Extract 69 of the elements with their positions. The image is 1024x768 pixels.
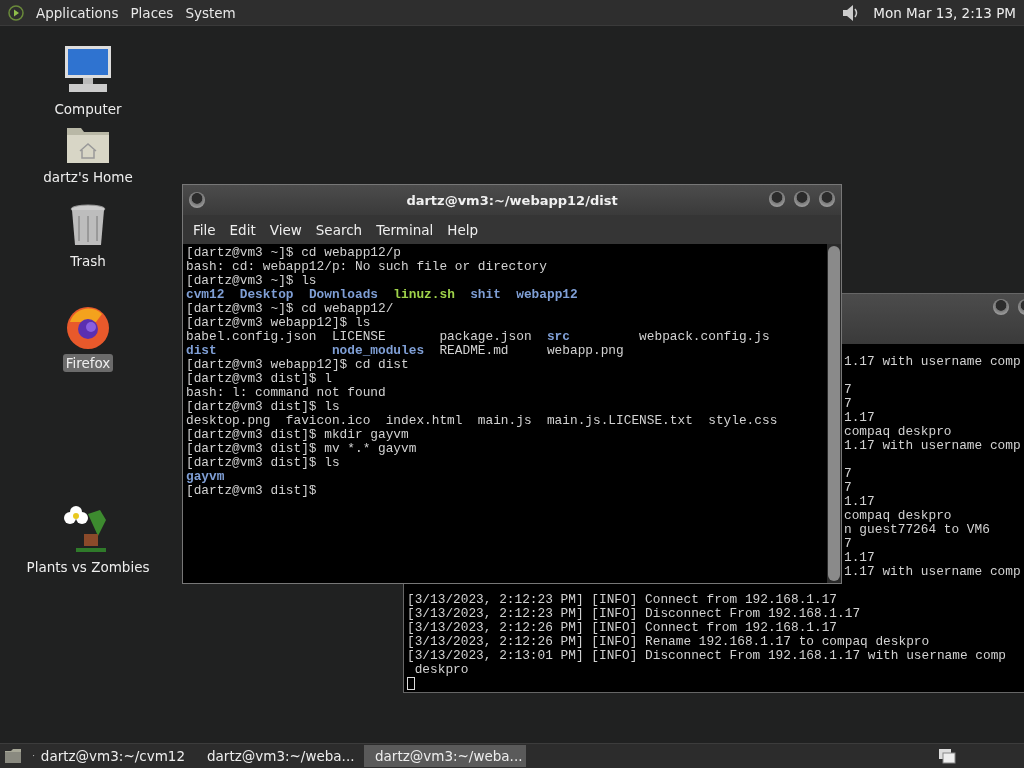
window-button[interactable] bbox=[819, 191, 835, 207]
clock[interactable]: Mon Mar 13, 2:13 PM bbox=[873, 4, 1016, 21]
desktop-icon-label[interactable]: Trash bbox=[67, 252, 109, 270]
window-button[interactable] bbox=[189, 192, 205, 208]
terminal-line: 1.17 bbox=[844, 411, 875, 425]
terminal-line: [dartz@vm3 dist]$ ls bbox=[186, 456, 340, 470]
terminal-line: dist node_modules README.md webapp.png bbox=[186, 344, 624, 358]
terminal-line: [dartz@vm3 dist]$ mkdir gayvm bbox=[186, 428, 409, 442]
terminal-line: 1.17 bbox=[844, 551, 875, 565]
menu-logo-icon[interactable] bbox=[8, 4, 24, 21]
terminal-line: [dartz@vm3 dist]$ bbox=[186, 484, 317, 498]
desktop-icon-label[interactable]: Plants vs Zombies bbox=[23, 558, 153, 576]
terminal-line: n guest77264 to VM6 bbox=[844, 523, 990, 537]
desktop-icon-label[interactable]: dartz's Home bbox=[40, 168, 136, 186]
terminal-line: bash: cd: webapp12/p: No such file or directory bbox=[186, 260, 547, 274]
show-desktop-icon[interactable] bbox=[4, 748, 22, 764]
panel-menu[interactable]: Places bbox=[130, 4, 174, 21]
terminal-line: 7 bbox=[844, 383, 852, 397]
terminal-line: babel.config.json LICENSE package.json src webpack.config.js bbox=[186, 330, 770, 344]
menu-item[interactable]: Help bbox=[443, 221, 489, 238]
task-button[interactable]: dartz@vm3:~/weba... bbox=[364, 745, 526, 767]
browser-icon bbox=[65, 304, 111, 350]
terminal-line: deskpro bbox=[413, 663, 469, 677]
terminal-line: [dartz@vm3 dist]$ l bbox=[186, 372, 332, 386]
terminal-line: [dartz@vm3 dist]$ mv *.* gayvm bbox=[186, 442, 417, 456]
terminal-line: 7 bbox=[844, 537, 852, 551]
window-title: dartz@vm3:~/webapp12/dist bbox=[406, 192, 618, 208]
terminal-line: 7 bbox=[844, 481, 852, 495]
menu-item[interactable]: Search bbox=[311, 221, 373, 238]
desktop-icon-label[interactable]: Computer bbox=[51, 100, 125, 118]
terminal-line: 7 bbox=[844, 467, 852, 481]
terminal-line: 1.17 with username comp bbox=[844, 355, 1021, 369]
window-button[interactable] bbox=[993, 299, 1009, 315]
text-cursor bbox=[407, 677, 415, 690]
terminal-line: gayvm bbox=[186, 470, 225, 484]
terminal-line: [dartz@vm3 webapp12]$ cd dist bbox=[186, 358, 409, 372]
panel-menu[interactable]: System bbox=[185, 4, 236, 21]
menu-item[interactable]: Terminal bbox=[372, 221, 444, 238]
window-button[interactable] bbox=[794, 191, 810, 207]
panel-menu[interactable]: Applications bbox=[36, 4, 119, 21]
terminal-line: bash: l: command not found bbox=[186, 386, 386, 400]
task-button[interactable]: dartz@vm3:~/cvm12 bbox=[28, 745, 190, 767]
terminal-line: compaq deskpro bbox=[844, 425, 952, 439]
window-list-icon[interactable] bbox=[938, 748, 956, 764]
terminal-line: 7 bbox=[844, 397, 852, 411]
trash-icon bbox=[69, 204, 107, 248]
terminal-line: [dartz@vm3 dist]$ ls bbox=[186, 400, 340, 414]
terminal-line: 1.17 with username comp bbox=[844, 439, 1021, 453]
terminal-line: [3/13/2023, 2:13:01 PM] [INFO] Disconnect From 192.168.1.17 with username comp bbox=[407, 649, 1006, 663]
terminal-line: [3/13/2023, 2:12:23 PM] [INFO] Connect from 192.168.1.17 bbox=[407, 593, 838, 607]
terminal-line: [3/13/2023, 2:12:26 PM] [INFO] Connect from 192.168.1.17 bbox=[407, 621, 838, 635]
terminal-line: cvm12 Desktop Downloads linuz.sh shit webapp12 bbox=[186, 288, 578, 302]
terminal-line: [dartz@vm3 ~]$ cd webapp12/p bbox=[186, 246, 402, 260]
terminal-line: 1.17 with username comp bbox=[844, 565, 1021, 579]
window-button[interactable] bbox=[769, 191, 785, 207]
terminal-line: [dartz@vm3 ~]$ cd webapp12/ bbox=[186, 302, 394, 316]
desktop-icon-label[interactable]: Firefox bbox=[62, 354, 114, 372]
terminal-line: [3/13/2023, 2:12:26 PM] [INFO] Rename 192.168.1.17 to compaq deskpro bbox=[407, 635, 930, 649]
menu-item[interactable]: File bbox=[189, 221, 226, 238]
terminal-line: compaq deskpro bbox=[844, 509, 952, 523]
scrollbar[interactable] bbox=[827, 244, 841, 583]
terminal-line: [dartz@vm3 webapp12]$ ls bbox=[186, 316, 371, 330]
terminal-line: [dartz@vm3 ~]$ ls bbox=[186, 274, 317, 288]
menu-item[interactable]: Edit bbox=[225, 221, 266, 238]
terminal-line: [3/13/2023, 2:12:23 PM] [INFO] Disconnect From 192.168.1.17 bbox=[407, 607, 861, 621]
menu-item[interactable]: View bbox=[265, 221, 312, 238]
terminal-line: 1.17 bbox=[844, 495, 875, 509]
task-button[interactable]: dartz@vm3:~/weba... bbox=[196, 745, 358, 767]
terminal-line: desktop.png favicon.ico index.html main.js main.js.LICENSE.txt style.css bbox=[186, 414, 778, 428]
